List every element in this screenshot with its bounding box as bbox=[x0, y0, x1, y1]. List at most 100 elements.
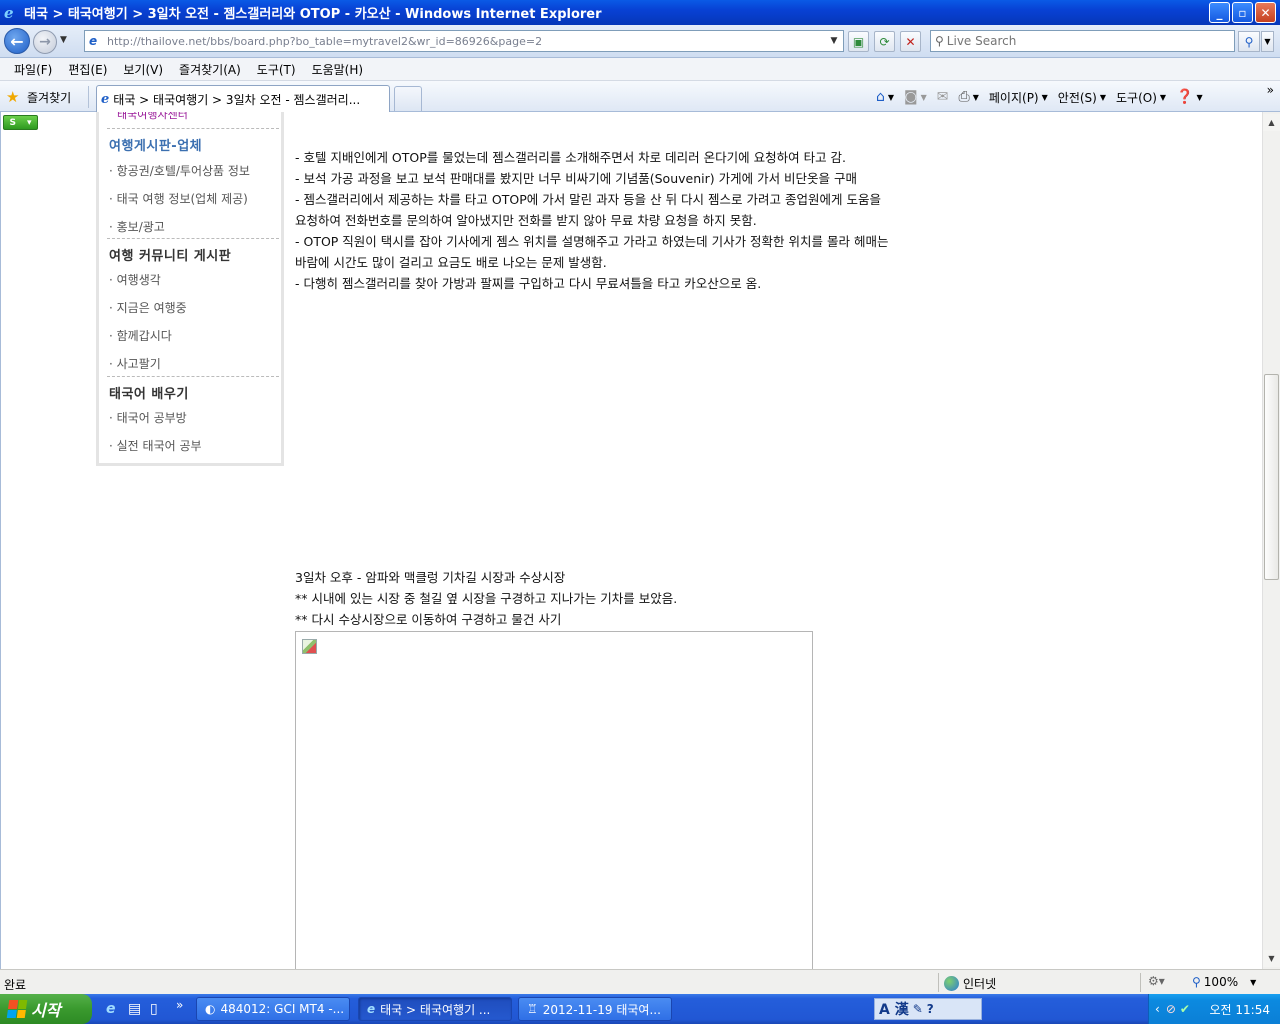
tray-check-icon[interactable]: ✔ bbox=[1180, 1002, 1190, 1016]
tools-menu[interactable]: 도구(O) ▼ bbox=[1116, 89, 1166, 106]
zoom-control[interactable]: ⚲ 100% ▼ bbox=[1192, 975, 1256, 989]
taskbar-item-folder[interactable]: ♖ 2012-11-19 태국여... bbox=[518, 997, 672, 1021]
vertical-scrollbar[interactable]: ▲ ▼ bbox=[1262, 112, 1280, 969]
s-addon-button[interactable]: S ▾ bbox=[3, 115, 38, 130]
broken-image-icon bbox=[302, 639, 317, 654]
address-toolbar: ← → ▼ e ▼ ▣ ⟳ ✕ ⚲ ⚲ ▼ bbox=[0, 25, 1280, 58]
page-menu[interactable]: 페이지(P) ▼ bbox=[989, 89, 1048, 106]
address-bar[interactable]: e ▼ bbox=[84, 30, 844, 52]
window-title: 태국 > 태국여행기 > 3일차 오전 - 젬스갤러리와 OTOP - 카오산 … bbox=[24, 7, 602, 22]
safety-menu[interactable]: 안전(S) ▼ bbox=[1058, 89, 1106, 106]
url-input[interactable] bbox=[107, 34, 827, 48]
sidebar-item-practical-thai[interactable]: · 실전 태국어 공부 bbox=[109, 437, 202, 454]
sidebar-item-traveling-now[interactable]: · 지금은 여행중 bbox=[109, 299, 187, 316]
mail-icon: ✉ bbox=[936, 89, 949, 105]
security-zone[interactable]: 인터넷 bbox=[944, 975, 996, 992]
tray-expand-icon[interactable]: ‹ bbox=[1155, 1002, 1160, 1016]
scroll-up-icon[interactable]: ▲ bbox=[1263, 114, 1280, 131]
menu-tools[interactable]: 도구(T) bbox=[249, 61, 304, 78]
divider bbox=[107, 128, 279, 129]
url-dropdown-icon[interactable]: ▼ bbox=[827, 33, 841, 49]
taskbar-item-label: 태국 > 태국여행기 ... bbox=[380, 1002, 491, 1017]
ie-logo-icon: e bbox=[4, 3, 14, 22]
minimize-button[interactable]: _ bbox=[1209, 2, 1230, 23]
start-button[interactable]: 시작 bbox=[0, 994, 92, 1024]
article-line: - 보석 가공 과정을 보고 보석 판매대를 봤지만 너무 비싸기에 기념품(S… bbox=[295, 171, 858, 186]
search-icon: ⚲ bbox=[935, 34, 944, 48]
taskbar: 시작 e ▤ ▯ » ◐ 484012: GCI MT4 -... e 태국 >… bbox=[0, 994, 1280, 1024]
sidebar-heading-community: 여행 커뮤니티 게시판 bbox=[109, 249, 232, 264]
more-chevron-icon[interactable]: » bbox=[1267, 83, 1274, 97]
quicklaunch-doc-icon[interactable]: ▯ bbox=[150, 1001, 158, 1017]
sidebar-item-go-together[interactable]: · 함께갑시다 bbox=[109, 327, 172, 344]
sidebar-heading-thai-language: 태국어 배우기 bbox=[109, 387, 189, 402]
article-line: 요청하여 전화번호를 문의하여 알아냈지만 전화를 받지 않아 무료 차량 요청… bbox=[295, 213, 757, 228]
ime-mode-label[interactable]: A 漢 bbox=[879, 999, 909, 1019]
mail-button[interactable]: ✉ bbox=[937, 89, 949, 105]
ime-pad-icon[interactable]: ✎ bbox=[913, 1002, 923, 1016]
forward-button[interactable]: → bbox=[33, 30, 57, 54]
menu-edit[interactable]: 편집(E) bbox=[60, 61, 115, 78]
refresh-button[interactable]: ⟳ bbox=[874, 31, 895, 52]
close-button[interactable]: ✕ bbox=[1255, 2, 1276, 23]
article-line: ** 시내에 있는 시장 중 철길 옆 시장을 구경하고 지나가는 기차를 보았… bbox=[295, 591, 678, 606]
print-button[interactable]: ⎙ ▼ bbox=[959, 89, 979, 105]
status-bar: 완료 인터넷 ⚙▾ ⚲ 100% ▼ bbox=[0, 969, 1280, 994]
feeds-button[interactable]: ◙ ▼ bbox=[904, 89, 927, 105]
menu-help[interactable]: 도움말(H) bbox=[304, 61, 372, 78]
stop-icon: ✕ bbox=[905, 34, 916, 49]
home-button[interactable]: ⌂ ▼ bbox=[876, 89, 894, 105]
back-button[interactable]: ← bbox=[4, 28, 30, 54]
safety-menu-label: 안전(S) bbox=[1057, 90, 1097, 105]
compatibility-view-button[interactable]: ▣ bbox=[848, 31, 869, 52]
search-input[interactable] bbox=[946, 34, 1227, 48]
search-options-dropdown[interactable]: ▼ bbox=[1261, 31, 1274, 52]
article-line: - 다행히 젬스갤러리를 찾아 가방과 팔찌를 구입하고 다시 무료셔틀을 타고… bbox=[295, 276, 762, 291]
new-tab-button[interactable] bbox=[394, 86, 422, 111]
maximize-button[interactable]: ▫ bbox=[1232, 2, 1253, 23]
system-tray: ‹ ⊘ ✔ 오전 11:54 bbox=[1148, 994, 1280, 1024]
quicklaunch-folder-icon[interactable]: ▤ bbox=[128, 1001, 141, 1017]
taskbar-item-ie[interactable]: e 태국 > 태국여행기 ... bbox=[358, 997, 512, 1021]
scroll-thumb[interactable] bbox=[1264, 374, 1279, 580]
scroll-down-icon[interactable]: ▼ bbox=[1263, 950, 1280, 967]
app-icon: ◐ bbox=[205, 1002, 216, 1016]
article-line: ** 다시 수상시장으로 이동하여 구경하고 물건 사기 bbox=[295, 612, 562, 627]
sidebar-item-buy-sell[interactable]: · 사고팔기 bbox=[109, 355, 161, 372]
article-line: - 젬스갤러리에서 제공하는 차를 타고 OTOP에 가서 말린 과자 등을 산… bbox=[295, 192, 881, 207]
sidebar-item-cut[interactable]: 태국여행자센터 bbox=[117, 112, 188, 122]
sidebar-item-promo[interactable]: · 홍보/광고 bbox=[109, 218, 165, 235]
system-clock[interactable]: 오전 11:54 bbox=[1210, 1001, 1270, 1018]
search-box[interactable]: ⚲ bbox=[930, 30, 1235, 52]
window-title-bar: e 태국 > 태국여행기 > 3일차 오전 - 젬스갤러리와 OTOP - 카오… bbox=[0, 0, 1280, 25]
favorites-button[interactable]: 즐겨찾기 bbox=[27, 89, 71, 106]
language-bar[interactable]: A 漢 ✎ ? bbox=[874, 998, 982, 1020]
sidebar-item-travel-info[interactable]: · 태국 여행 정보(업체 제공) bbox=[109, 190, 248, 207]
menu-bar: 파일(F) 편집(E) 보기(V) 즐겨찾기(A) 도구(T) 도움말(H) bbox=[0, 58, 1280, 81]
sidebar-item-study-room[interactable]: · 태국어 공부방 bbox=[109, 409, 187, 426]
favorites-star-icon[interactable]: ★ bbox=[6, 88, 19, 106]
menu-favorites[interactable]: 즐겨찾기(A) bbox=[171, 61, 249, 78]
quicklaunch-ie-icon[interactable]: e bbox=[106, 1001, 116, 1017]
sidebar-item-travel-thoughts[interactable]: · 여행생각 bbox=[109, 271, 161, 288]
tab-active[interactable]: e 태국 > 태국여행기 > 3일차 오전 - 젬스갤러리... bbox=[96, 85, 390, 112]
quicklaunch-more-chevron[interactable]: » bbox=[176, 998, 183, 1012]
protected-mode-icon[interactable]: ⚙▾ bbox=[1148, 974, 1165, 988]
ime-help-icon[interactable]: ? bbox=[927, 1002, 934, 1016]
help-menu[interactable]: ❓ ▼ bbox=[1176, 89, 1203, 105]
taskbar-item-label: 2012-11-19 태국여... bbox=[542, 1002, 661, 1017]
search-button[interactable]: ⚲ bbox=[1238, 31, 1260, 52]
stop-button[interactable]: ✕ bbox=[900, 31, 921, 52]
article-paragraph-morning: - 호텔 지배인에게 OTOP를 물었는데 젬스갤러리를 소개해주면서 차로 데… bbox=[295, 147, 888, 294]
menu-view[interactable]: 보기(V) bbox=[115, 61, 171, 78]
app-icon: ♖ bbox=[527, 1002, 538, 1016]
globe-icon bbox=[944, 976, 959, 991]
sidebar-item-tickets[interactable]: · 항공권/호텔/투어상품 정보 bbox=[109, 162, 250, 179]
zoom-dropdown-icon: ▼ bbox=[1250, 977, 1257, 987]
menu-file[interactable]: 파일(F) bbox=[6, 61, 60, 78]
article-line: 3일차 오후 - 암파와 맥클렁 기차길 시장과 수상시장 bbox=[295, 570, 566, 585]
tray-security-icon[interactable]: ⊘ bbox=[1166, 1002, 1176, 1016]
taskbar-item-gci[interactable]: ◐ 484012: GCI MT4 -... bbox=[196, 997, 350, 1021]
page-icon: e bbox=[89, 34, 98, 48]
recent-pages-dropdown[interactable]: ▼ bbox=[60, 35, 67, 45]
